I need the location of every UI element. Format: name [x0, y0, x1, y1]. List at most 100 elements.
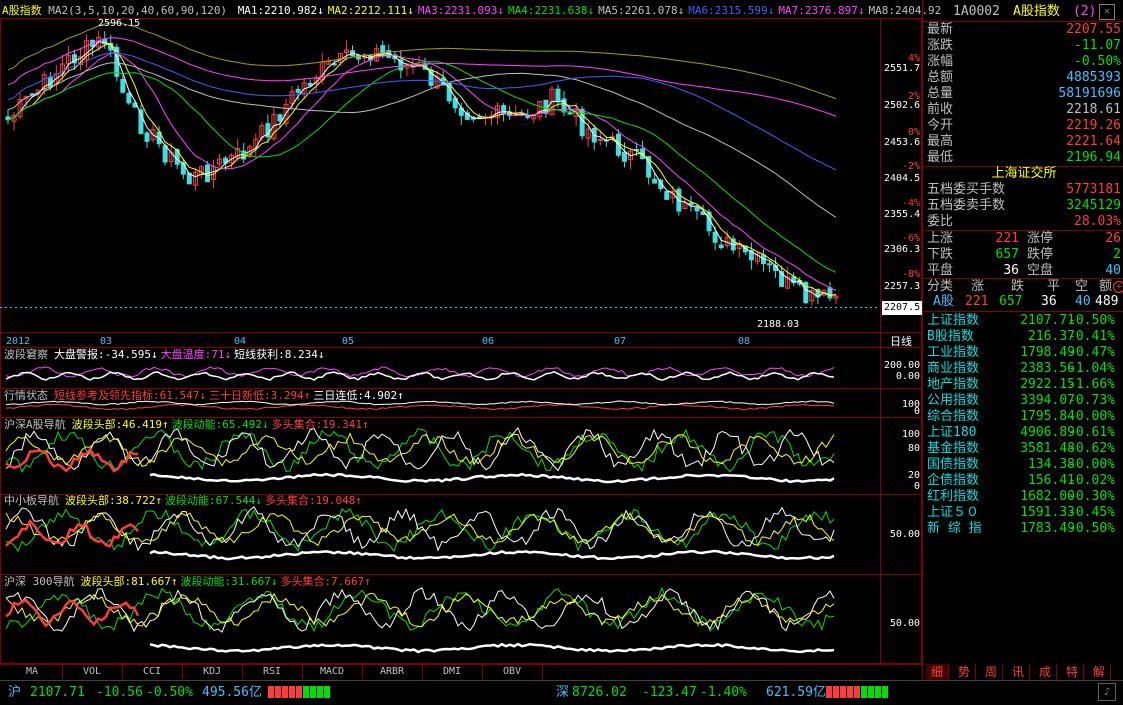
- ma-line: [7, 62, 837, 218]
- index-row[interactable]: 综合指数 1795.84 -0.00%: [927, 409, 1121, 425]
- index-row[interactable]: 上证５０ 1591.33 -0.45%: [927, 505, 1121, 521]
- panel-header: 波段窘察 大盘警报:-34.595↓ 大盘温度:71↓ 短线获利:8.234↓: [4, 348, 327, 362]
- arrow-icon: ↓: [317, 348, 325, 361]
- breadth-bar: [324, 686, 330, 698]
- index-row[interactable]: B股指数 216.37 -0.41%: [927, 329, 1121, 345]
- panel-axis-tick: 0: [913, 481, 920, 492]
- sidebar-tab[interactable]: 特: [1061, 664, 1084, 680]
- ma-value-7: MA7:2376.897↓: [778, 4, 864, 17]
- panel-axis-tick: 50.00: [889, 618, 920, 629]
- row-value: 2: [1113, 247, 1121, 262]
- divider: [923, 311, 1123, 312]
- sidebar-tab[interactable]: 周: [980, 664, 1003, 680]
- index-row[interactable]: 地产指数 2922.15 -1.66%: [927, 377, 1121, 393]
- row-value: 26: [1105, 231, 1121, 246]
- tab-vol[interactable]: VOL: [62, 665, 123, 679]
- row-value: 5773181: [1066, 182, 1121, 197]
- pct-tick: -2%: [901, 161, 920, 172]
- class-cell: 36: [1041, 294, 1057, 309]
- tab-rsi[interactable]: RSI: [242, 665, 303, 679]
- panel-name[interactable]: 沪深A股导航: [4, 418, 66, 431]
- index-row[interactable]: 新 综 指 1783.49 -0.50%: [927, 521, 1121, 537]
- arrow-icon: ↓: [407, 4, 414, 17]
- tab-ma[interactable]: MA: [2, 665, 63, 679]
- panel-value: 三十日新低:3.294↑: [209, 389, 310, 402]
- panel-name[interactable]: 行情状态: [4, 389, 48, 402]
- panel-axis-tick: 100: [901, 429, 920, 440]
- index-row[interactable]: 商业指数 2383.56 -1.04%: [927, 361, 1121, 377]
- sidebar-tab[interactable]: 成: [1034, 664, 1057, 680]
- row-label: 最高: [927, 134, 954, 149]
- sz-change: -123.47: [642, 685, 697, 700]
- index-row[interactable]: 国债指数 134.38 -0.00%: [927, 457, 1121, 473]
- panel-value: 波段动能:67.544↓: [165, 494, 262, 507]
- panel-value-text: 三日连低:4.902: [313, 389, 398, 402]
- indicator-line: [5, 428, 835, 474]
- panel-name[interactable]: 中小板导航: [4, 494, 59, 507]
- panel-header: 沪深 300导航 波段头部:81.667↑ 波段动能:31.667↓ 多头集合:7.6…: [4, 575, 374, 589]
- close-icon[interactable]: ✕: [1099, 4, 1115, 20]
- class-cell: 40: [1075, 294, 1091, 309]
- row-label: 平盘: [927, 263, 954, 278]
- sh-amount: 495.56亿: [202, 685, 262, 700]
- chart-canvas[interactable]: [0, 0, 922, 664]
- index-row[interactable]: 基金指数 3581.48 -0.62%: [927, 441, 1121, 457]
- stock-name: A股指数: [1013, 4, 1060, 19]
- chart-title[interactable]: A股指数: [2, 4, 42, 17]
- candle-body: [664, 191, 670, 200]
- row-label: 今开: [927, 118, 954, 133]
- chart-area[interactable]: A股指数 MA2(3,5,10,20,40,60,90,120) MA1:221…: [0, 0, 941, 664]
- tab-arbr[interactable]: ARBR: [362, 665, 423, 679]
- ma-values: MA1:2210.982↓ MA2:2212.111↓ MA3:2231.093↓ M…: [234, 4, 942, 17]
- index-row[interactable]: 公用指数 3394.07 -0.73%: [927, 393, 1121, 409]
- sh-label: 沪: [8, 685, 22, 700]
- sidebar-tab[interactable]: 解: [1088, 664, 1111, 680]
- arrow-icon: ↓: [677, 4, 685, 17]
- index-row[interactable]: 上证180 4906.89 -0.61%: [927, 425, 1121, 441]
- row-value: 58191696: [1058, 86, 1121, 101]
- quote-row: 总量 58191696: [927, 86, 1121, 102]
- index-row[interactable]: 上证指数 2107.71 -0.50%: [927, 313, 1121, 329]
- ma-value-text: MA7:2376.897: [778, 4, 858, 17]
- candle-body: [162, 145, 168, 163]
- index-pct: -0.45%: [1068, 505, 1115, 520]
- arrow-icon: ↓: [255, 494, 262, 507]
- panel-value-text: 多头集合:7.667: [280, 575, 365, 588]
- index-row[interactable]: 红利指数 1682.00 -0.30%: [927, 489, 1121, 505]
- add-icon[interactable]: +: [1113, 281, 1123, 293]
- arrow-icon: ↑: [155, 494, 162, 507]
- panel-value: 波段头部:46.419↑: [72, 418, 169, 431]
- index-name: 基金指数: [927, 441, 980, 456]
- panel-value-text: 大盘警报:-34.595: [54, 348, 151, 361]
- speaker-icon[interactable]: ♪: [1098, 683, 1116, 701]
- panel-value: 大盘警报:-34.595↓: [54, 348, 158, 361]
- tab-obv[interactable]: OBV: [482, 665, 543, 679]
- ma-value-text: MA3:2231.093: [417, 4, 498, 17]
- class-row[interactable]: A股 221 657 36 40 489: [927, 294, 1121, 310]
- tab-macd[interactable]: MACD: [302, 665, 363, 679]
- index-row[interactable]: 工业指数 1798.49 -0.47%: [927, 345, 1121, 361]
- arrow-icon: ↓: [224, 348, 232, 361]
- ma-value-4: MA4:2231.638↓: [508, 4, 594, 17]
- tab-cci[interactable]: CCI: [122, 665, 183, 679]
- sidebar-tab[interactable]: 细: [926, 664, 949, 680]
- pct-tick: -4%: [901, 198, 920, 209]
- tab-kdj[interactable]: KDJ: [182, 665, 243, 679]
- tab-dmi[interactable]: DMI: [422, 665, 483, 679]
- period-label[interactable]: 日线: [890, 335, 912, 349]
- panel-name[interactable]: 波段窘察: [4, 348, 48, 361]
- index-pct: -0.02%: [1068, 473, 1115, 488]
- arrow-icon: ↓: [857, 4, 865, 17]
- panel-value-text: 波段头部:81.667: [80, 575, 171, 588]
- sidebar-tab[interactable]: 势: [953, 664, 976, 680]
- breadth-bar: [875, 686, 881, 698]
- sidebar-tab[interactable]: 讯: [1007, 664, 1030, 680]
- panel-name[interactable]: 沪深 300导航: [4, 575, 75, 588]
- index-pct: -0.00%: [1068, 457, 1115, 472]
- ma-line: [7, 43, 837, 297]
- candle-body: [126, 92, 132, 104]
- ma-value-2: MA2:2212.111↓: [328, 4, 414, 17]
- index-row[interactable]: 企债指数 156.41 -0.02%: [927, 473, 1121, 489]
- ma-value-text: MA4:2231.638: [508, 4, 588, 17]
- panel-value: 多头集合:7.667↑: [280, 575, 370, 588]
